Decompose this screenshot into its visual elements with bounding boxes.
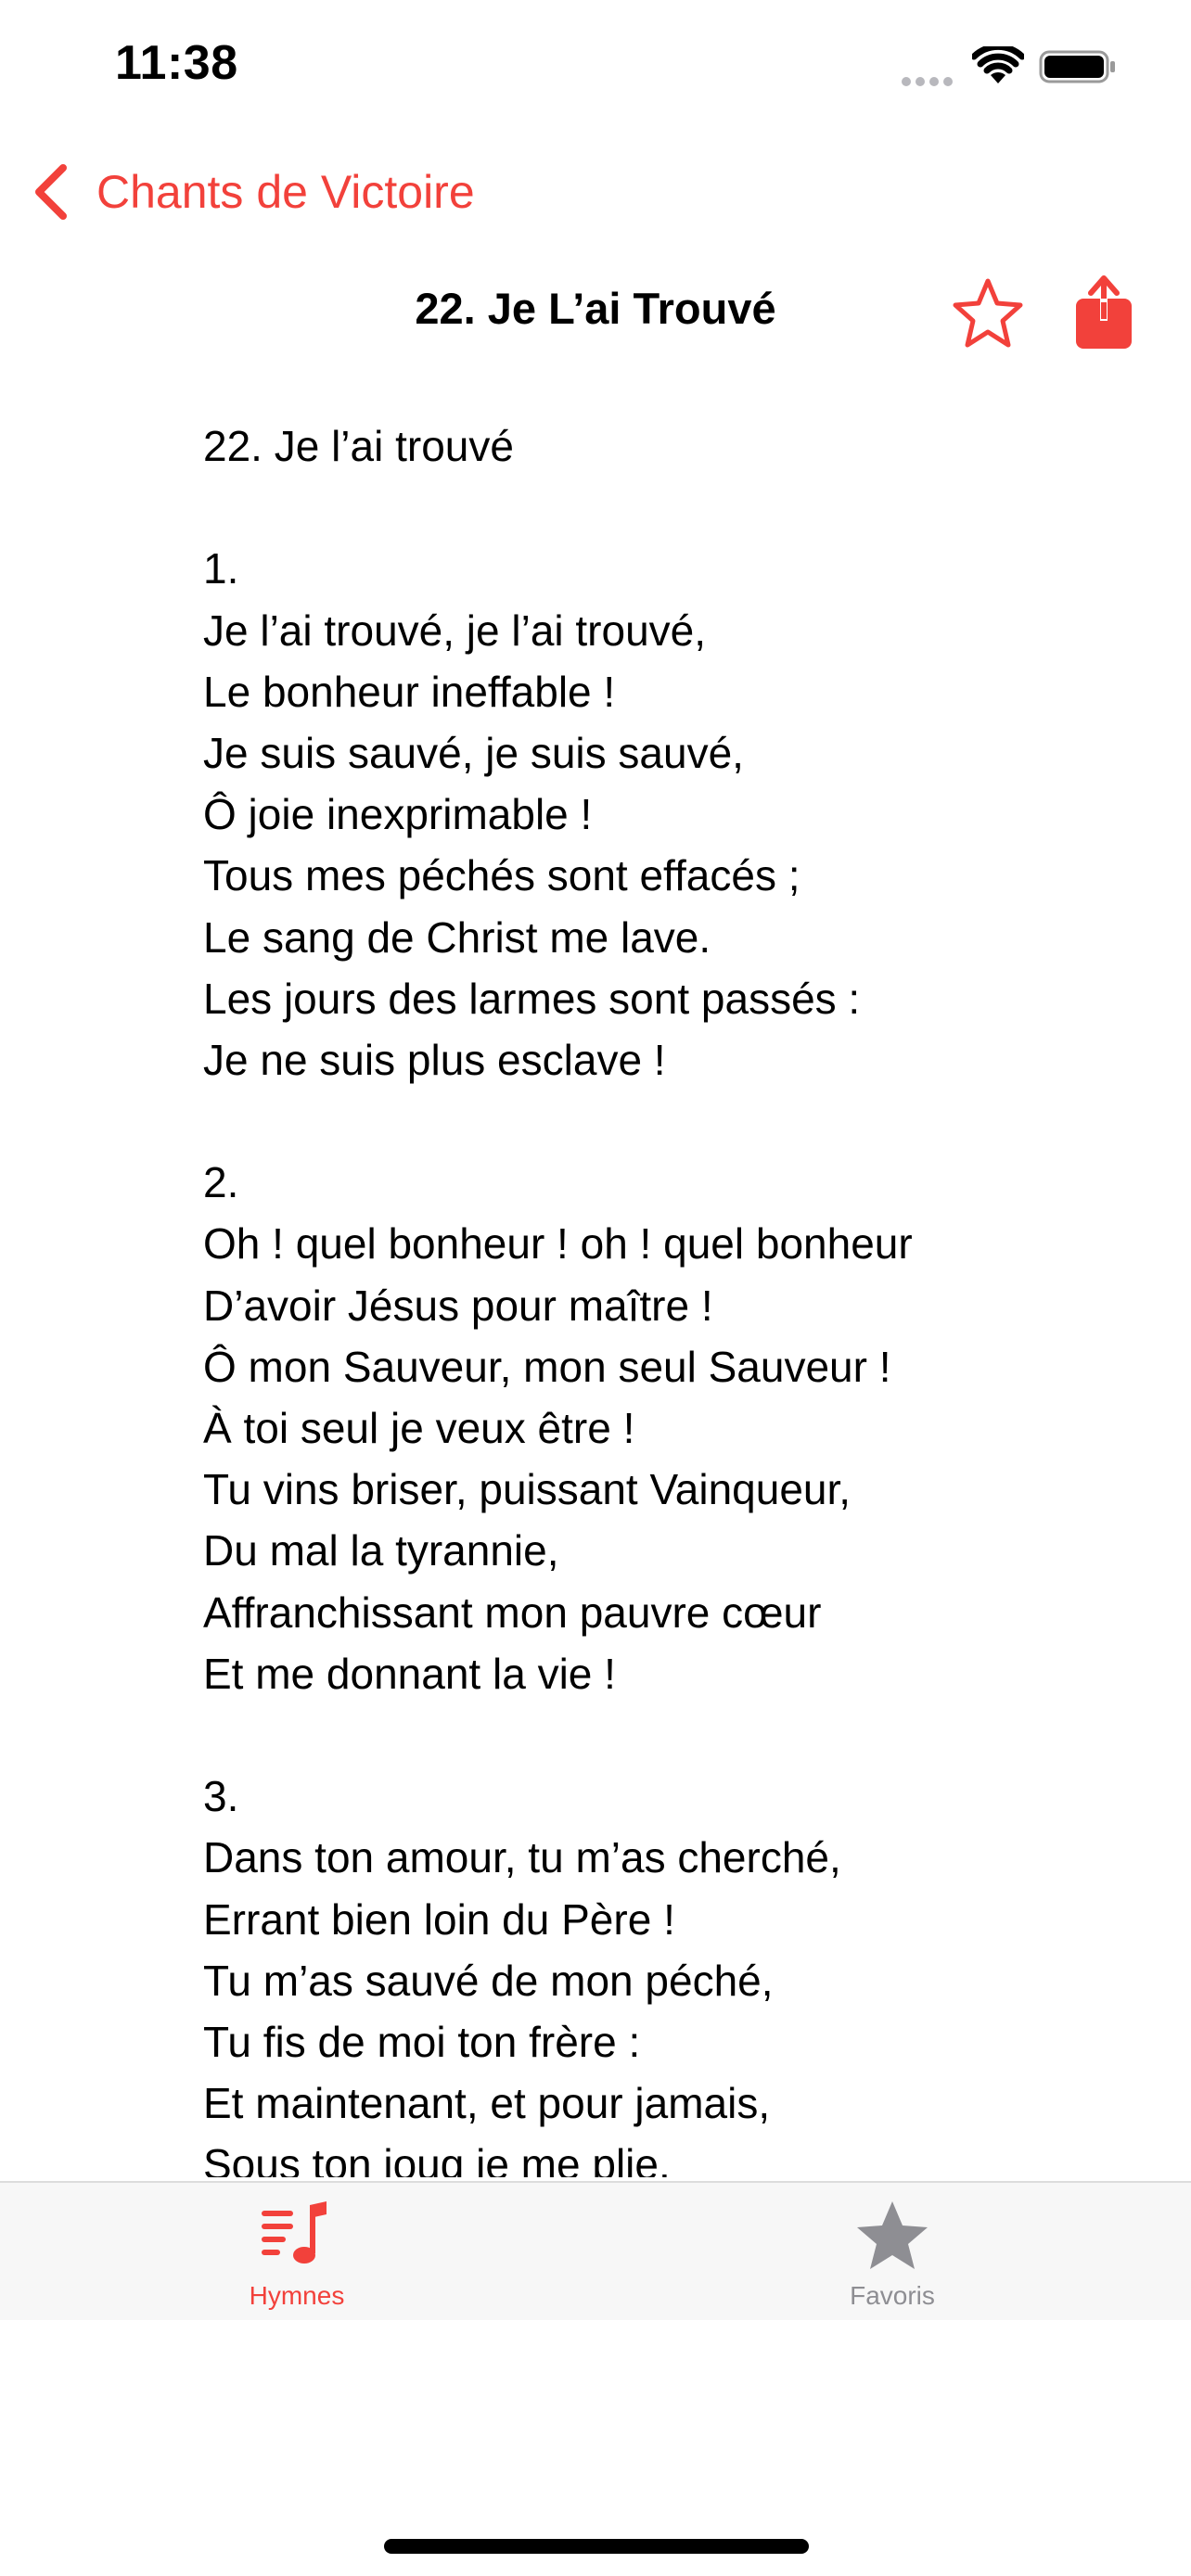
lyrics-blank-line: [203, 1090, 1131, 1152]
lyrics-line: Je ne suis plus esclave !: [203, 1035, 666, 1084]
status-time: 11:38: [115, 36, 238, 90]
lyrics-line: Tu fis de moi ton frère :: [203, 2017, 641, 2066]
back-button[interactable]: Chants de Victoire: [30, 159, 475, 224]
lyrics-line: 1.: [203, 544, 239, 593]
lyrics-line: 22. Je l’ai trouvé: [203, 422, 514, 470]
wifi-icon: [972, 46, 1024, 83]
battery-icon: [1039, 50, 1115, 83]
star-filled-icon: [857, 2201, 928, 2269]
lyrics-line: 2.: [203, 1158, 239, 1207]
lyrics-line: Et me donnant la vie !: [203, 1649, 616, 1698]
lyrics-text: 22. Je l’ai trouvé 1. Je l’ai trouvé, je l…: [203, 415, 1131, 2177]
lyrics-line: Tu vins briser, puissant Vainqueur,: [203, 1465, 852, 1514]
lyrics-line: Je l’ai trouvé, je l’ai trouvé,: [203, 606, 707, 655]
tab-favoris-label: Favoris: [850, 2281, 935, 2310]
tab-hymnes[interactable]: Hymnes: [148, 2183, 445, 2320]
tab-bar: Hymnes Favoris: [0, 2181, 1191, 2320]
home-indicator: [384, 2539, 809, 2554]
chevron-left-icon: [35, 164, 67, 220]
share-icon: [1076, 275, 1132, 349]
music-list-icon: [262, 2201, 327, 2264]
lyrics-line: D’avoir Jésus pour maître !: [203, 1281, 713, 1330]
tab-hymnes-label: Hymnes: [249, 2281, 345, 2310]
lyrics-line: Errant bien loin du Père !: [203, 1894, 675, 1944]
lyrics-line: Dans ton amour, tu m’as cherché,: [203, 1833, 841, 1882]
lyrics-line: Tous mes péchés sont effacés ;: [203, 851, 800, 900]
hymn-detail-screen: 11:38 Chants de Victoire 22. Je L’ai Tro…: [0, 0, 1191, 2576]
lyrics-line: À toi seul je veux être !: [203, 1404, 635, 1452]
lyrics-line: Je suis sauvé, je suis sauvé,: [203, 728, 744, 777]
lyrics-blank-line: [203, 477, 1131, 538]
lyrics-line: Le sang de Christ me lave.: [203, 912, 711, 962]
lyrics-line: Sous ton joug je me plie.: [203, 2140, 671, 2177]
lyrics-line: Oh ! quel bonheur ! oh ! quel bonheur: [203, 1219, 913, 1269]
tab-favoris[interactable]: Favoris: [744, 2183, 1041, 2320]
cellular-signal-icon: [902, 74, 957, 86]
lyrics-blank-line: [203, 1704, 1131, 1766]
lyrics-line: Les jours des larmes sont passés :: [203, 974, 861, 1023]
lyrics-line: Affranchissant mon pauvre cœur: [203, 1588, 822, 1637]
lyrics-line: Ô joie inexprimable !: [203, 790, 593, 839]
lyrics-line: Ô mon Sauveur, mon seul Sauveur !: [203, 1342, 891, 1391]
lyrics-line: Et maintenant, et pour jamais,: [203, 2079, 771, 2128]
lyrics-line: Du mal la tyrannie,: [203, 1526, 559, 1575]
favorite-button[interactable]: [950, 276, 1026, 351]
page-title: 22. Je L’ai Trouvé: [415, 284, 776, 333]
lyrics-line: 3.: [203, 1772, 239, 1821]
share-button[interactable]: [1072, 274, 1135, 351]
back-button-label: Chants de Victoire: [96, 166, 475, 218]
lyrics-line: Le bonheur ineffable !: [203, 667, 616, 716]
status-bar: 11:38: [0, 0, 1191, 130]
star-outline-icon: [953, 278, 1023, 348]
lyrics-line: Tu m’as sauvé de mon péché,: [203, 1956, 774, 2005]
